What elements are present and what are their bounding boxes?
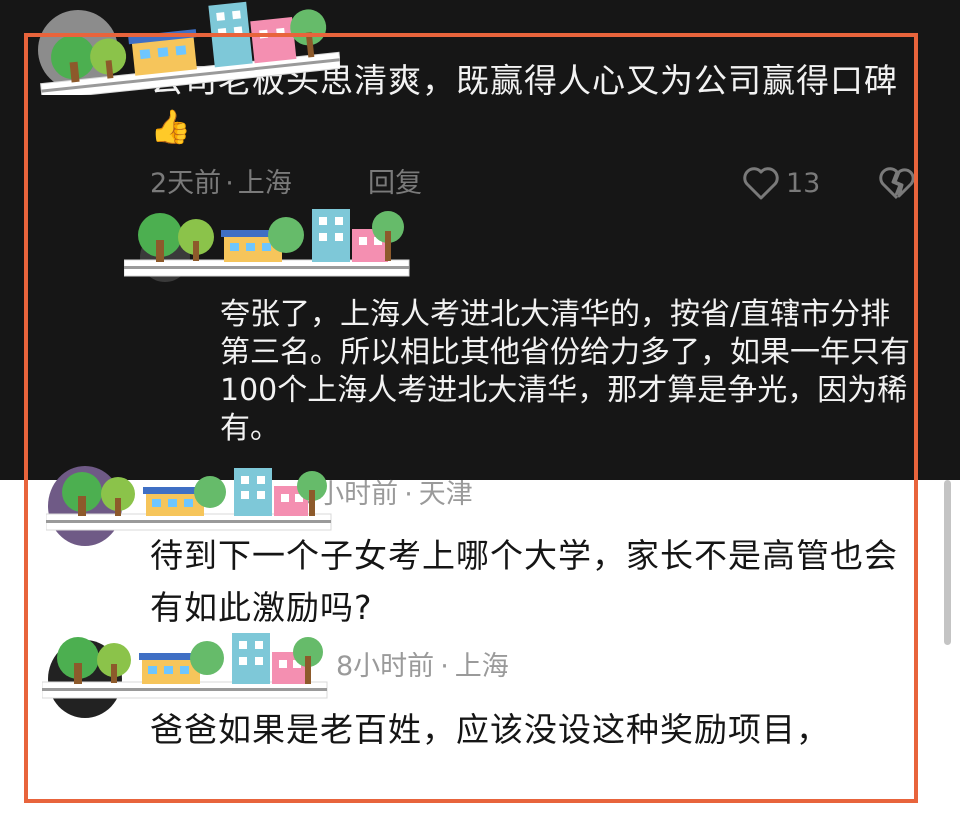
comment-meta: 8小时前 · 上海 [336,651,509,682]
reply-button[interactable]: 回复 [368,167,422,201]
comment-text: 爸爸如果是老百姓，应该没设这种奖励项目， [150,710,830,749]
comment-time: 8小时前 [336,651,435,682]
like-button[interactable]: 13 [742,165,820,201]
town-sticker [46,468,332,531]
comment-location: 上海 [454,651,509,682]
thumbs-up-emoji: 👍 [150,107,193,146]
heart-icon [743,167,779,200]
dislike-button[interactable] [878,165,916,205]
town-sticker [42,633,328,699]
comment-location: 上海 [237,168,292,199]
comment-meta: 2天前 · 上海 [150,168,292,199]
scrollbar[interactable] [944,480,951,645]
comment-text: 待到下一个子女考上哪个大学，家长不是高管也会有如此激励吗? [150,536,898,627]
comment-time: 2天前 [150,168,222,199]
comment-text: 夸张了，上海人考进北大清华的，按省/直辖市分排第三名。所以相比其他省份给力多了，… [220,297,910,446]
town-sticker [40,1,340,95]
broken-heart-icon [879,167,915,200]
town-sticker [124,209,410,277]
comment-location: 天津 [418,479,473,510]
like-count: 13 [786,167,821,199]
